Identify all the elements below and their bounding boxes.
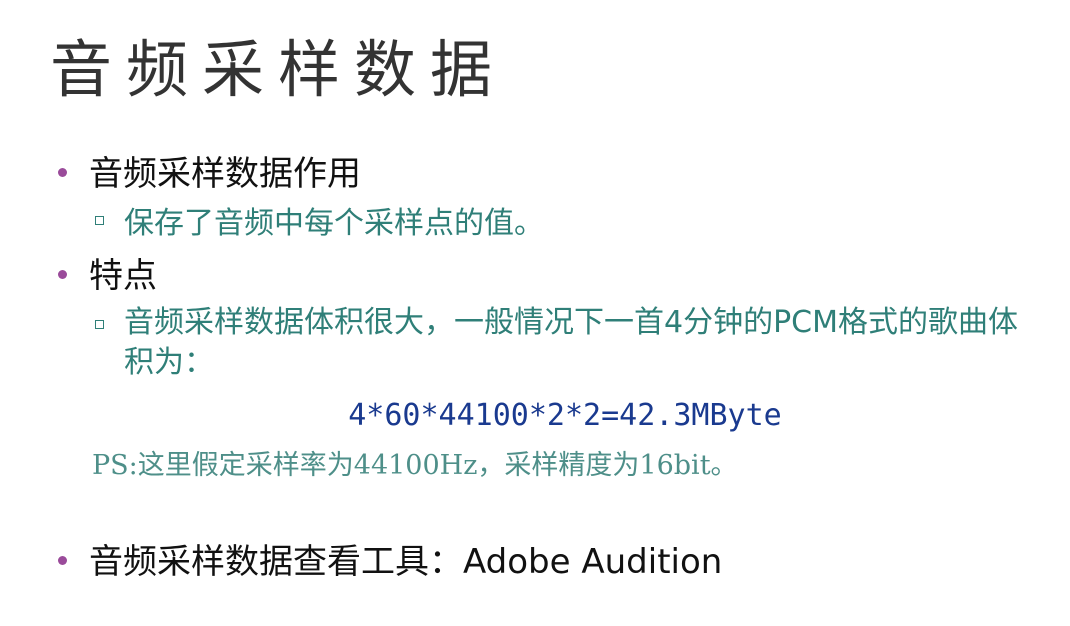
bullet-text: 特点 — [89, 256, 157, 296]
bullet-dot-icon — [58, 168, 67, 177]
sub-item-text: 音频采样数据体积很大，一般情况下一首4分钟的PCM格式的歌曲体积为： — [124, 305, 1019, 380]
bullet-item-purpose: 音频采样数据作用 — [58, 152, 361, 196]
square-bullet-icon — [95, 216, 104, 225]
size-formula: 4*60*44100*2*2=42.3MByte — [348, 398, 782, 433]
bullet-text: 音频采样数据作用 — [89, 154, 361, 194]
page-title: 音频采样数据 — [50, 33, 507, 106]
sub-item-purpose: 保存了音频中每个采样点的值。 — [95, 204, 995, 244]
bullet-item-tool: 音频采样数据查看工具：Adobe Audition — [58, 540, 722, 584]
sub-item-features: 音频采样数据体积很大，一般情况下一首4分钟的PCM格式的歌曲体积为： — [95, 303, 1025, 383]
sub-item-text: 保存了音频中每个采样点的值。 — [124, 206, 544, 241]
bullet-dot-icon — [58, 556, 67, 565]
bullet-text: 音频采样数据查看工具：Adobe Audition — [89, 542, 723, 582]
bullet-item-features: 特点 — [58, 254, 157, 298]
square-bullet-icon — [95, 320, 104, 329]
bullet-dot-icon — [58, 270, 67, 279]
assumption-note: PS:这里假定采样率为44100Hz，采样精度为16bit。 — [92, 450, 738, 481]
